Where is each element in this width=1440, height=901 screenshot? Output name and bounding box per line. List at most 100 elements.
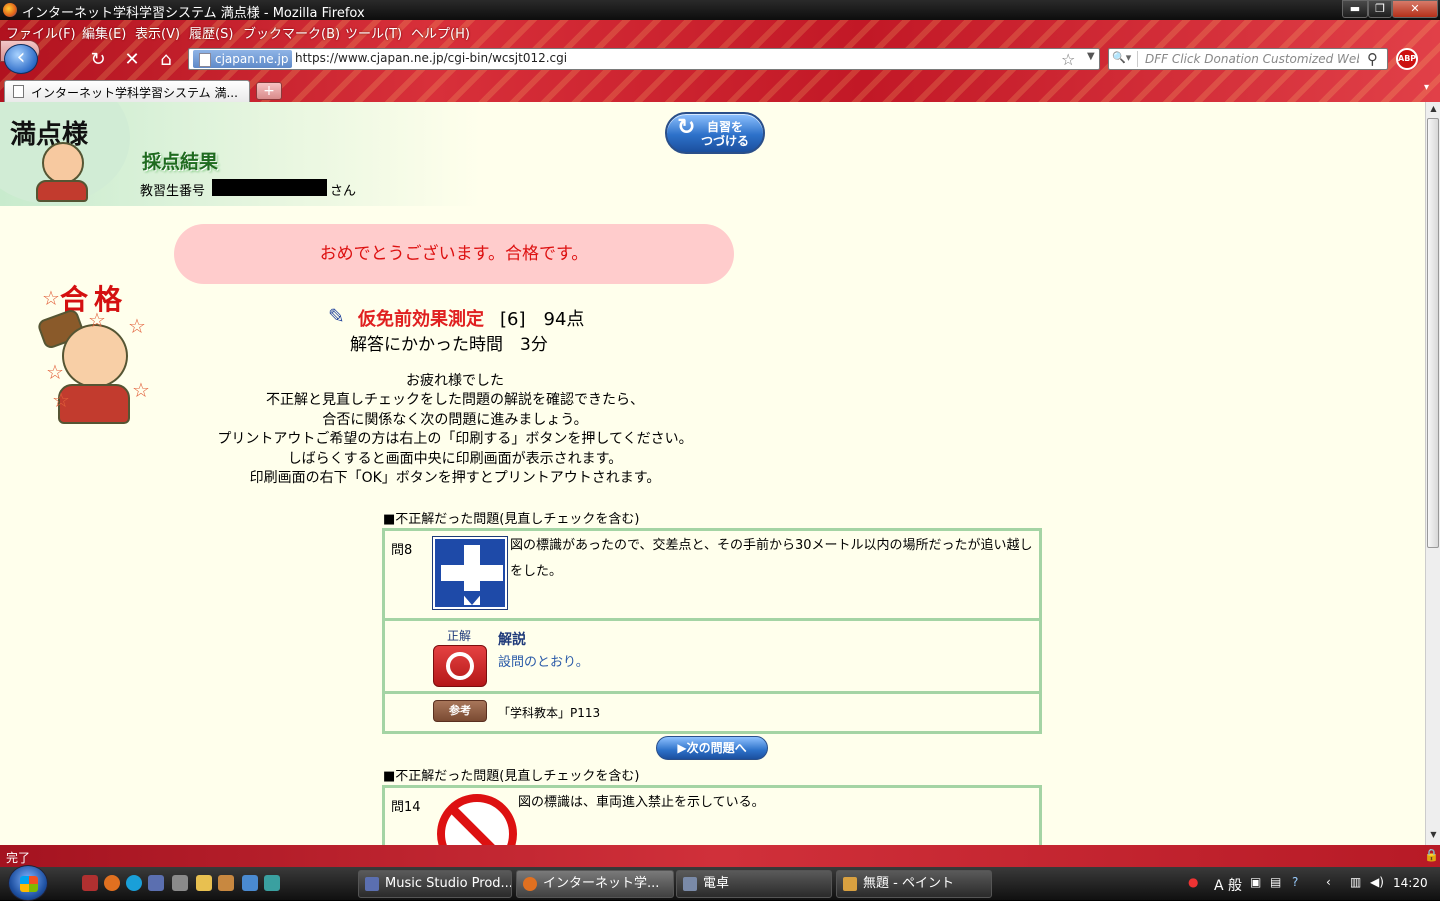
road-sign-no-overtaking-image — [432, 536, 508, 610]
explanation-body: 設問のとおり。 — [498, 655, 589, 670]
site-identity-badge[interactable]: cjapan.ne.jp — [193, 50, 293, 68]
taskbar-item-label: 電卓 — [703, 876, 730, 891]
quicklaunch-icon[interactable] — [264, 875, 280, 891]
ime-indicator[interactable]: A 般 — [1214, 875, 1242, 895]
start-button[interactable] — [8, 865, 48, 901]
scroll-up-icon[interactable]: ▲ — [1428, 104, 1439, 116]
paint-icon — [843, 877, 857, 891]
close-button[interactable]: ✕ — [1392, 0, 1438, 18]
pass-mascot-image — [62, 324, 128, 388]
firefox-quicklaunch-icon[interactable] — [104, 875, 120, 891]
taskbar-item-calculator[interactable]: 電卓 — [676, 870, 832, 898]
back-button[interactable]: ‹ — [4, 44, 38, 74]
answer-row: 正解 解説 設問のとおり。 — [385, 621, 1039, 694]
status-bar: 完了 🔒 — [0, 845, 1440, 867]
url-text[interactable]: https://www.cjapan.ne.jp/cgi-bin/wcsjt01… — [295, 51, 567, 65]
app-icon — [365, 877, 379, 891]
clock[interactable]: 14:20 — [1393, 876, 1428, 890]
bookmark-star-icon[interactable]: ☆ — [1061, 50, 1075, 69]
vertical-scrollbar[interactable]: ▲ ▼ — [1425, 102, 1440, 845]
volume-icon[interactable]: ◀) — [1370, 875, 1384, 889]
star-icon: ☆ — [128, 314, 146, 338]
quicklaunch-icon[interactable] — [82, 875, 98, 891]
time-taken: 解答にかかった時間 3分 — [350, 335, 548, 355]
correct-label: 正解 — [447, 629, 472, 643]
window-title-bar: インターネット学科学習システム 満点様 - Mozilla Firefox ▬ … — [0, 0, 1440, 21]
taskbar-item-label: インターネット学... — [543, 876, 660, 891]
tray-alert-icon[interactable]: ● — [1188, 875, 1198, 889]
test-name: 仮免前効果測定 — [358, 309, 484, 330]
navigation-toolbar: ‹ ›▾ ↻ ✕ ⌂ cjapan.ne.jp https://www.cjap… — [0, 40, 1440, 78]
network-icon[interactable]: ▥ — [1350, 875, 1361, 889]
taskbar-item-music-studio[interactable]: Music Studio Prod... — [358, 870, 512, 898]
window-title: インターネット学科学習システム 満点様 - Mozilla Firefox — [22, 6, 365, 21]
maximize-button[interactable]: ❐ — [1368, 0, 1392, 18]
status-text: 完了 — [6, 851, 31, 865]
back-arrow-icon: ‹ — [16, 45, 26, 70]
search-input[interactable]: DFF Click Donation Customized Web S — [1145, 52, 1359, 66]
scroll-thumb[interactable] — [1427, 118, 1439, 548]
congrats-banner: おめでとうございます。合格です。 — [174, 224, 734, 284]
star-icon: ☆ — [52, 388, 70, 412]
tab-active[interactable]: インターネット学科学習システム 満... — [4, 80, 250, 102]
star-icon: ☆ — [132, 378, 150, 402]
tray-icon[interactable]: ▤ — [1270, 875, 1281, 889]
home-icon[interactable]: ⌂ — [156, 50, 176, 70]
message-line: 印刷画面の右下「OK」ボタンを押すとプリントアウトされます。 — [249, 470, 661, 487]
instructions-message: お疲れ様でした 不正解と見直しチェックをした問題の解説を確認できたら、 合否に関… — [200, 372, 710, 488]
quicklaunch-icon[interactable] — [172, 875, 188, 891]
tray-icon[interactable]: ▣ — [1250, 875, 1261, 889]
minimize-button[interactable]: ▬ — [1342, 0, 1368, 18]
skype-icon[interactable] — [126, 875, 142, 891]
search-go-icon[interactable]: ⚲ — [1367, 50, 1378, 68]
reference-text: 「学科教本」P113 — [498, 706, 601, 720]
taskbar-item-label: 無題 - ペイント — [863, 876, 954, 891]
show-hidden-icon[interactable]: ‹ — [1326, 875, 1331, 889]
message-line: プリントアウトご希望の方は右上の「印刷する」ボタンを押してください。 — [217, 431, 693, 448]
taskbar-item-label: Music Studio Prod... — [385, 876, 512, 891]
tab-label: インターネット学科学習システム 満... — [31, 86, 238, 100]
taskbar-item-firefox[interactable]: インターネット学... — [516, 870, 674, 898]
star-icon: ☆ — [42, 286, 60, 310]
student-number-label: 教習生番号 — [140, 184, 206, 199]
continue-study-label: 自習を つづける — [701, 120, 750, 148]
search-bar[interactable]: 🔍▾ DFF Click Donation Customized Web S ⚲ — [1108, 48, 1388, 70]
windows-logo-icon — [20, 876, 38, 892]
site-logo: 満点様 — [10, 120, 89, 150]
help-icon[interactable]: ? — [1292, 875, 1298, 889]
question-box: 問14 図の標識は、車両進入禁止を示している。 — [382, 785, 1042, 845]
url-dropdown-icon[interactable]: ▼ — [1087, 51, 1095, 62]
next-question-button[interactable]: ▶次の問題へ — [656, 736, 768, 760]
section-heading: ■不正解だった問題(見直しチェックを含む) — [383, 769, 640, 784]
quicklaunch-icon[interactable] — [242, 875, 258, 891]
search-engine-icon[interactable]: 🔍▾ — [1112, 51, 1138, 67]
mascot-image — [42, 142, 84, 184]
taskbar-item-paint[interactable]: 無題 - ペイント — [836, 870, 992, 898]
new-tab-button[interactable]: + — [256, 82, 282, 100]
folder-icon[interactable] — [196, 875, 212, 891]
test-score: [6] 94点 — [500, 309, 585, 330]
pencil-icon: ✎ — [328, 304, 345, 328]
message-line: しばらくすると画面中央に印刷画面が表示されます。 — [287, 450, 623, 467]
message-line: 合否に関係なく次の問題に進みましょう。 — [322, 411, 588, 428]
continue-study-button[interactable]: ↻ 自習を つづける — [665, 112, 765, 154]
question-text: 図の標識があったので、交差点と、その手前から30メートル以内の場所だったが追い越… — [510, 538, 1033, 579]
paint-icon[interactable] — [218, 875, 234, 891]
url-bar[interactable]: cjapan.ne.jp https://www.cjapan.ne.jp/cg… — [188, 48, 1100, 70]
scroll-down-icon[interactable]: ▼ — [1428, 830, 1439, 842]
page-icon — [13, 85, 24, 98]
question-number: 問8 — [391, 543, 413, 558]
page-content: 満点様 採点結果 教習生番号 さん ↻ 自習を つづける おめでとうございます。… — [0, 102, 1425, 845]
stop-icon[interactable]: ✕ — [122, 50, 142, 70]
adblock-icon[interactable]: ABP — [1396, 48, 1418, 70]
road-sign-no-entry-image — [437, 794, 517, 845]
page-title: 採点結果 — [142, 151, 219, 173]
reload-icon[interactable]: ↻ — [88, 50, 108, 70]
menu-bar: ファイル(F) 編集(E) 表示(V) 履歴(S) ブックマーク(B) ツール(… — [0, 20, 1440, 42]
music-studio-icon[interactable] — [148, 875, 164, 891]
u-turn-arrow-icon: ↻ — [677, 115, 696, 140]
section-heading: ■不正解だった問題(見直しチェックを含む) — [383, 512, 640, 527]
tab-list-icon[interactable]: ▾ — [1424, 82, 1440, 100]
question-row: 問14 図の標識は、車両進入禁止を示している。 — [385, 788, 1039, 845]
message-line: 不正解と見直しチェックをした問題の解説を確認できたら、 — [266, 392, 644, 409]
